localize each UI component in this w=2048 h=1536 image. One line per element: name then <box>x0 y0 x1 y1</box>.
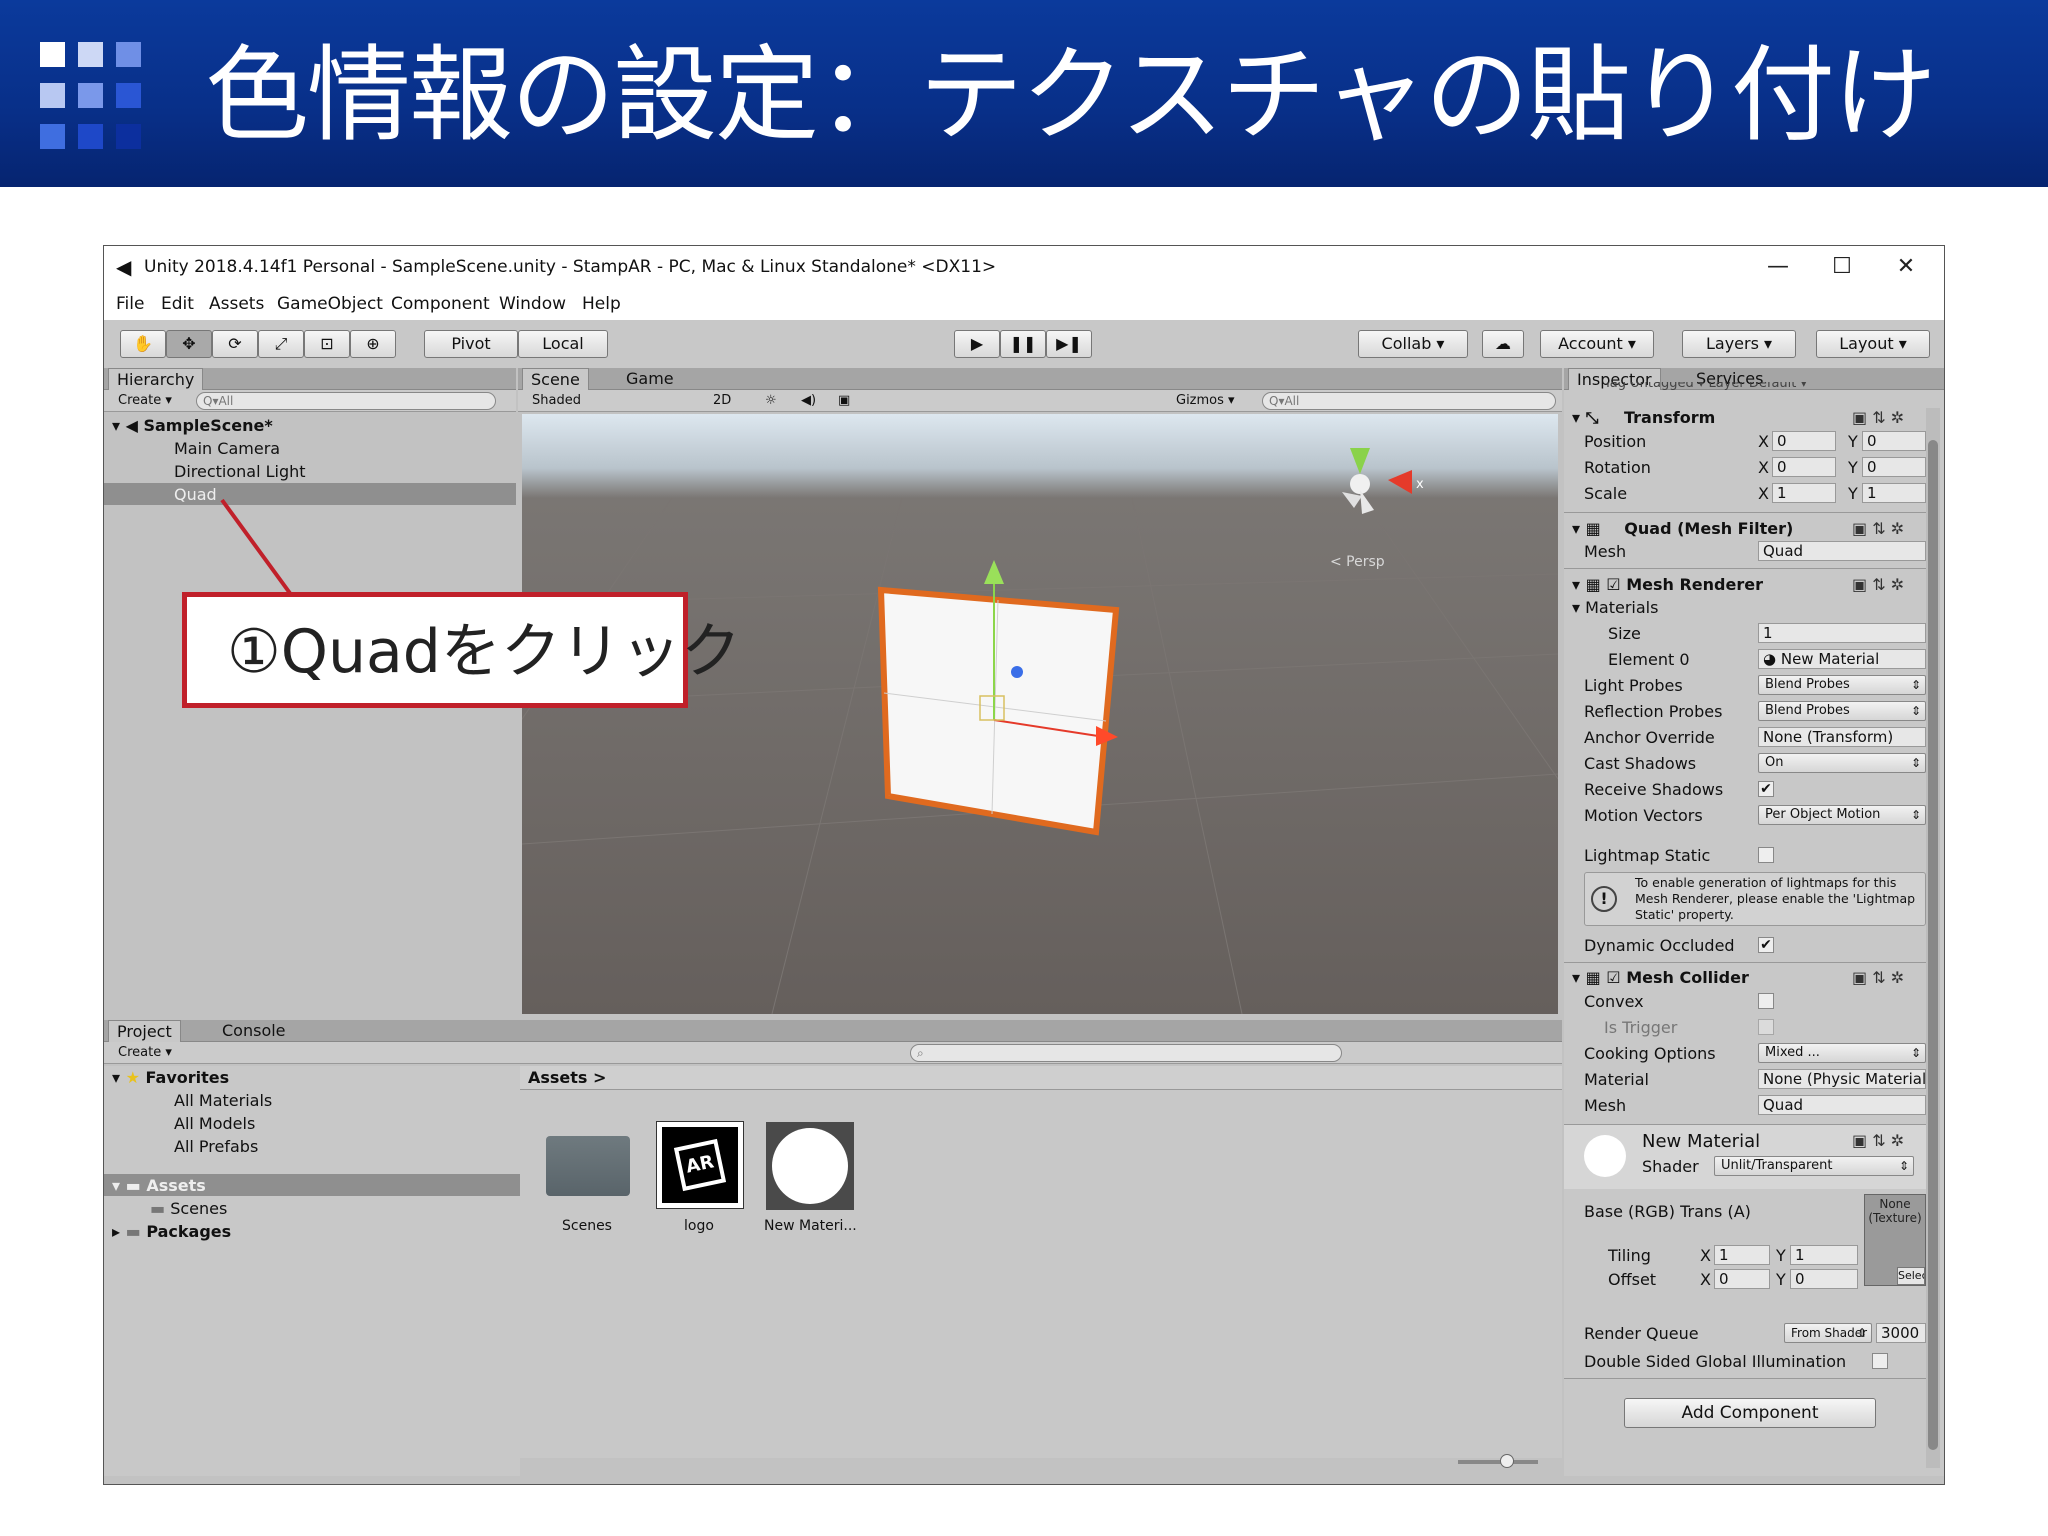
callout-text: ①Quadをクリック <box>227 617 741 687</box>
callout-box: ①Quadをクリック <box>182 592 741 708</box>
callout-pointer <box>220 498 294 598</box>
